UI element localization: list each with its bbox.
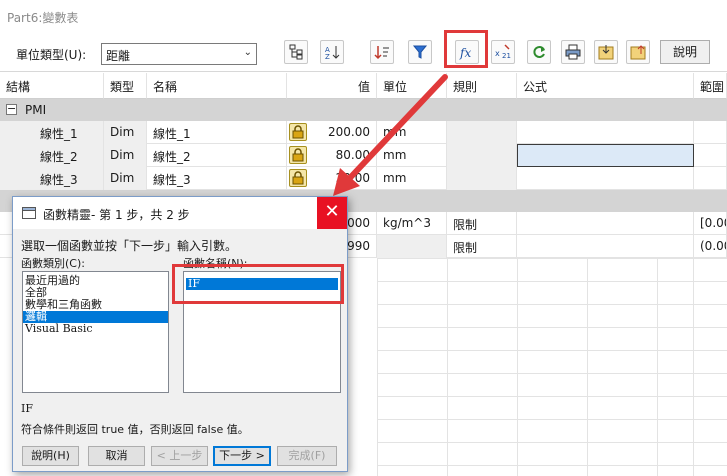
annotation-highlight-if [172, 264, 344, 304]
help-button[interactable]: 說明(H) [22, 446, 79, 466]
cancel-button[interactable]: 取消 [88, 446, 145, 466]
dialog-title-bar[interactable]: 函數精靈- 第 1 步，共 2 步 ✕ [13, 197, 347, 229]
back-button[interactable]: < 上一步 [151, 446, 208, 466]
instruction-text: 選取一個函數並按「下一步」輸入引數。 [21, 239, 238, 253]
close-icon: ✕ [324, 201, 340, 222]
dialog-title: 函數精靈- 第 1 步，共 2 步 [43, 208, 190, 222]
list-item[interactable]: Visual Basic [23, 323, 168, 335]
categories-list[interactable]: 最近用過的 全部 數學和三角函數 邏輯 Visual Basic [22, 271, 169, 393]
categories-label: 函數類別(C): [21, 257, 85, 270]
function-description: 符合條件則返回 true 值，否則返回 false 值。 [21, 423, 249, 436]
next-button[interactable]: 下一步 > [213, 446, 271, 466]
close-button[interactable]: ✕ [317, 197, 347, 229]
function-name: IF [21, 402, 33, 415]
window-icon [22, 207, 36, 219]
function-wizard-dialog: 函數精靈- 第 1 步，共 2 步 ✕ 選取一個函數並按「下一步」輸入引數。 函… [12, 196, 348, 472]
finish-button[interactable]: 完成(F) [277, 446, 337, 466]
